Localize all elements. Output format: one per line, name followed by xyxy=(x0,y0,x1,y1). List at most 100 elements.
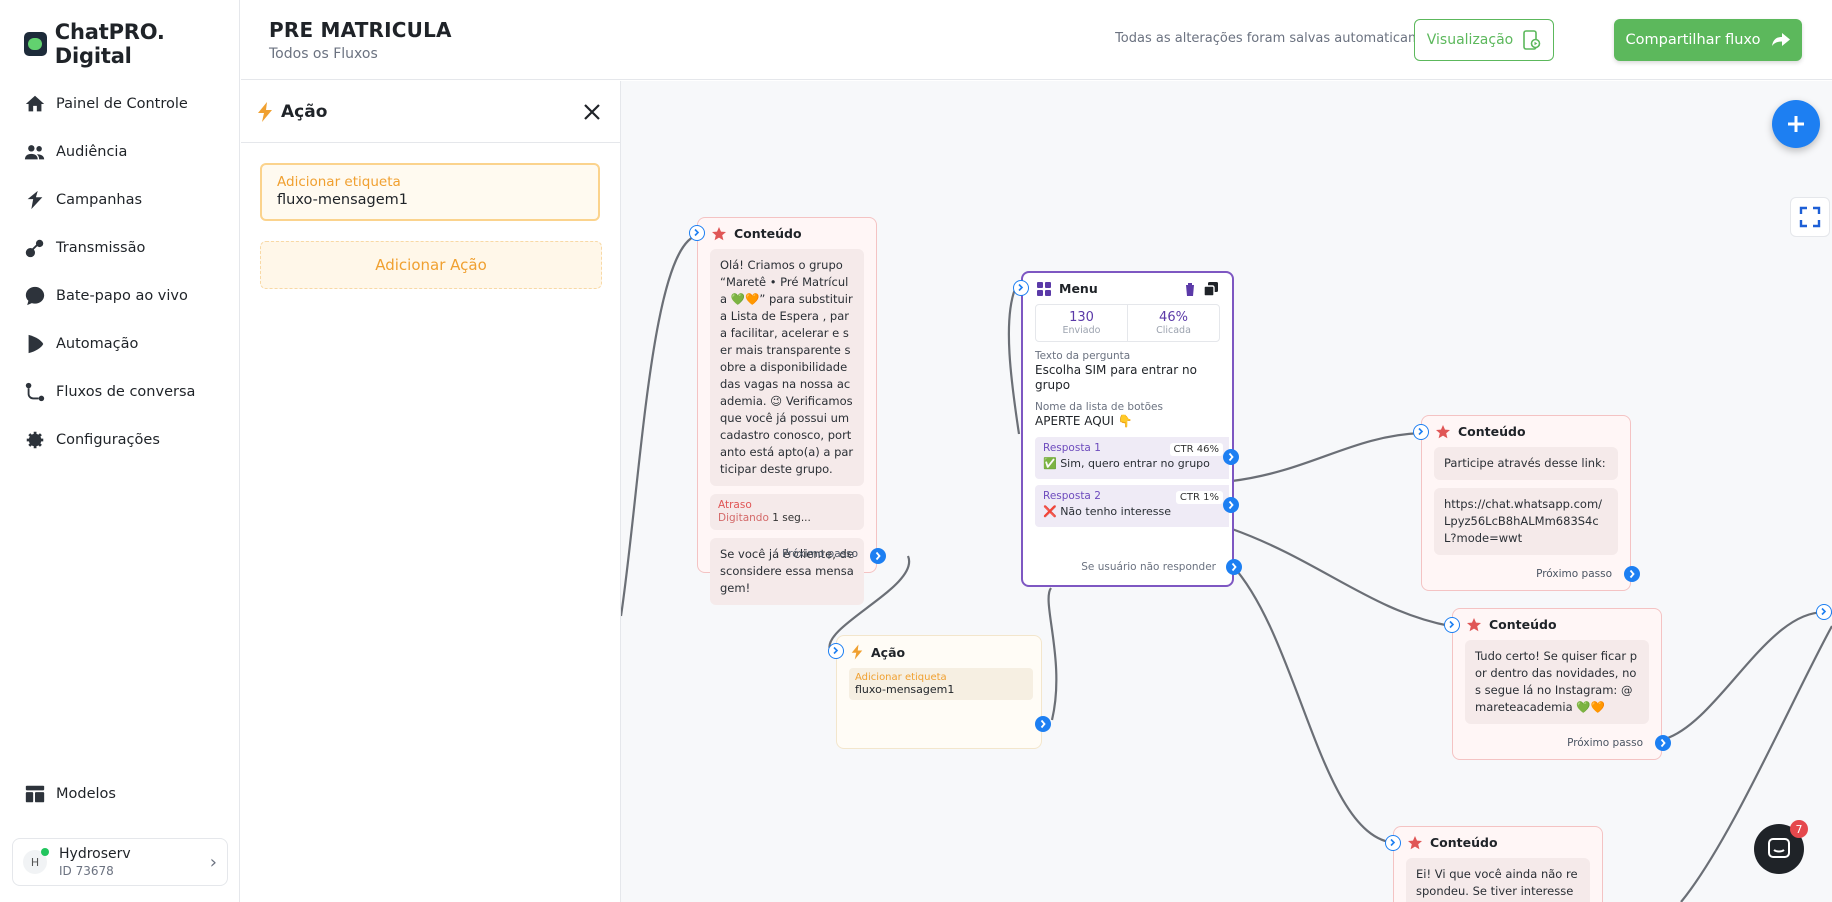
save-status: Todas as alterações foram salvas automat… xyxy=(1115,31,1450,46)
star-icon xyxy=(1467,617,1481,631)
share-flow-button[interactable]: Compartilhar fluxo xyxy=(1614,19,1802,61)
input-port[interactable] xyxy=(1385,835,1401,851)
offscreen-node-input-port[interactable] xyxy=(1816,604,1832,620)
input-port[interactable] xyxy=(1413,424,1429,440)
action-panel-header: Ação xyxy=(241,81,620,143)
node-header: Conteúdo xyxy=(1453,609,1661,640)
add-node-button[interactable] xyxy=(1772,100,1820,148)
lightning-icon xyxy=(258,101,272,122)
trash-icon[interactable] xyxy=(1184,282,1196,296)
delay-block: Atraso Digitando 1 seg... xyxy=(710,494,864,530)
star-icon xyxy=(712,226,726,240)
answer-output-port[interactable] xyxy=(1223,449,1239,465)
brand-logo-icon xyxy=(24,32,47,56)
node-title: Ação xyxy=(871,644,906,660)
action-tag-label: Adicionar etiqueta xyxy=(855,672,947,683)
menu-node[interactable]: Menu 130 Enviado 46% Clicada Texto da pe… xyxy=(1013,271,1242,587)
no-reply-output-port[interactable] xyxy=(1226,559,1242,575)
sidebar-item-label: Configurações xyxy=(56,432,160,448)
fullscreen-button[interactable] xyxy=(1790,197,1830,237)
answer-ctr: CTR 1% xyxy=(1175,491,1223,504)
node-title: Menu xyxy=(1059,281,1098,296)
play-icon xyxy=(28,334,44,354)
content-node-instagram[interactable]: Conteúdo Tudo certo! Se quiser ficar por… xyxy=(1444,608,1671,760)
stat-clicked-value: 46% xyxy=(1159,310,1188,325)
app-root: ChatPRO. Digital Painel de Controle Audi… xyxy=(0,0,1832,902)
delay-label: Atraso xyxy=(718,499,752,511)
add-action-button[interactable]: Adicionar Ação xyxy=(260,241,602,289)
stat-sent-label: Enviado xyxy=(1062,325,1101,336)
sidebar-item-label: Painel de Controle xyxy=(56,96,188,112)
output-port[interactable] xyxy=(870,548,886,564)
chat-bubble-icon xyxy=(25,286,45,306)
account-switcher[interactable]: H Hydroserv ID 73678 › xyxy=(12,838,228,886)
input-port[interactable] xyxy=(689,225,705,241)
content-node-link[interactable]: Conteúdo Participe através desse link: h… xyxy=(1413,415,1640,591)
edge-start-to-content-1 xyxy=(621,233,700,617)
preview-button[interactable]: Visualização xyxy=(1414,19,1554,61)
next-step-label: Próximo passo xyxy=(782,548,858,560)
account-id: ID 73678 xyxy=(59,864,114,878)
sidebar-item-campaigns[interactable]: Campanhas xyxy=(24,176,195,224)
node-header: Conteúdo xyxy=(1422,416,1630,447)
online-status-dot xyxy=(41,848,49,856)
campaign-icon xyxy=(27,190,43,210)
sidebar-item-live-chat[interactable]: Bate-papo ao vivo xyxy=(24,272,195,320)
answer-option-1[interactable]: Resposta 1 CTR 46% ✅ Sim, quero entrar n… xyxy=(1035,437,1239,479)
action-node[interactable]: Ação Adicionar etiqueta fluxo-mensagem1 xyxy=(828,635,1051,749)
users-icon xyxy=(24,145,45,160)
output-port[interactable] xyxy=(1035,716,1051,732)
preview-button-label: Visualização xyxy=(1426,32,1514,48)
button-list-label: Nome da lista de botões xyxy=(1035,401,1163,413)
sidebar-item-models[interactable]: Modelos xyxy=(24,770,116,818)
question-value: Escolha SIM para entrar no grupo xyxy=(1035,363,1197,392)
delay-typing: Digitando xyxy=(718,512,769,524)
content-node-reminder[interactable]: Conteúdo Ei! Vi que você ainda não respo… xyxy=(1385,826,1603,902)
sidebar-item-label: Fluxos de conversa xyxy=(56,384,196,400)
add-tag-field[interactable]: Adicionar etiqueta fluxo-mensagem1 xyxy=(260,163,600,221)
input-port[interactable] xyxy=(1013,280,1029,296)
close-icon[interactable] xyxy=(580,100,604,124)
node-header: Ação xyxy=(837,636,1041,668)
sidebar-item-settings[interactable]: Configurações xyxy=(24,416,195,464)
support-chat-launcher[interactable]: 7 xyxy=(1754,820,1808,874)
sidebar-item-label: Automação xyxy=(56,336,139,352)
page-title: PRE MATRICULA xyxy=(269,18,452,42)
answer-text: ✅ Sim, quero entrar no grupo xyxy=(1043,457,1210,470)
breadcrumb[interactable]: Todos os Fluxos xyxy=(269,46,378,62)
flow-icon xyxy=(25,382,45,402)
message-bubble: Ei! Vi que você ainda não respondeu. Se … xyxy=(1406,858,1590,902)
answer-output-port[interactable] xyxy=(1223,497,1239,513)
flow-canvas[interactable]: Conteúdo Olá! Criamos o grupo “Maretê • … xyxy=(621,81,1832,902)
input-port[interactable] xyxy=(828,643,844,659)
brand[interactable]: ChatPRO. Digital xyxy=(24,20,239,68)
grid-icon xyxy=(1037,281,1051,296)
sidebar-item-broadcast[interactable]: Transmissão xyxy=(24,224,195,272)
add-tag-label: Adicionar etiqueta xyxy=(277,174,401,190)
menu-stats: 130 Enviado 46% Clicada xyxy=(1035,304,1220,342)
output-port[interactable] xyxy=(1655,735,1671,751)
answer-ctr: CTR 46% xyxy=(1169,443,1223,456)
sidebar-item-automation[interactable]: Automação xyxy=(24,320,195,368)
answer-option-2[interactable]: Resposta 2 CTR 1% ❌ Não tenho interesse xyxy=(1035,485,1239,527)
top-header: PRE MATRICULA Todos os Fluxos Todas as a… xyxy=(241,0,1832,80)
star-icon xyxy=(1408,835,1422,849)
output-port[interactable] xyxy=(1624,566,1640,582)
node-header: Conteúdo xyxy=(698,218,876,249)
sidebar-item-flows[interactable]: Fluxos de conversa xyxy=(24,368,195,416)
duplicate-icon[interactable] xyxy=(1204,281,1218,296)
edge-action-to-menu xyxy=(1047,587,1058,721)
question-label: Texto da pergunta xyxy=(1035,350,1131,362)
sidebar-item-label: Bate-papo ao vivo xyxy=(56,288,188,304)
edge-menu-in xyxy=(1007,288,1021,435)
home-icon xyxy=(25,95,45,112)
star-icon xyxy=(1436,424,1450,438)
input-port[interactable] xyxy=(1444,617,1460,633)
content-node-welcome[interactable]: Conteúdo Olá! Criamos o grupo “Maretê • … xyxy=(689,217,886,605)
sidebar-item-audience[interactable]: Audiência xyxy=(24,128,195,176)
sidebar-item-dashboard[interactable]: Painel de Controle xyxy=(24,80,195,128)
broadcast-icon xyxy=(25,239,44,258)
stat-sent: 130 Enviado xyxy=(1036,305,1127,341)
message-bubble: Tudo certo! Se quiser ficar por dentro d… xyxy=(1465,640,1649,724)
link-bubble: https://chat.whatsapp.com/Lpyz56LcB8hALM… xyxy=(1434,488,1618,555)
